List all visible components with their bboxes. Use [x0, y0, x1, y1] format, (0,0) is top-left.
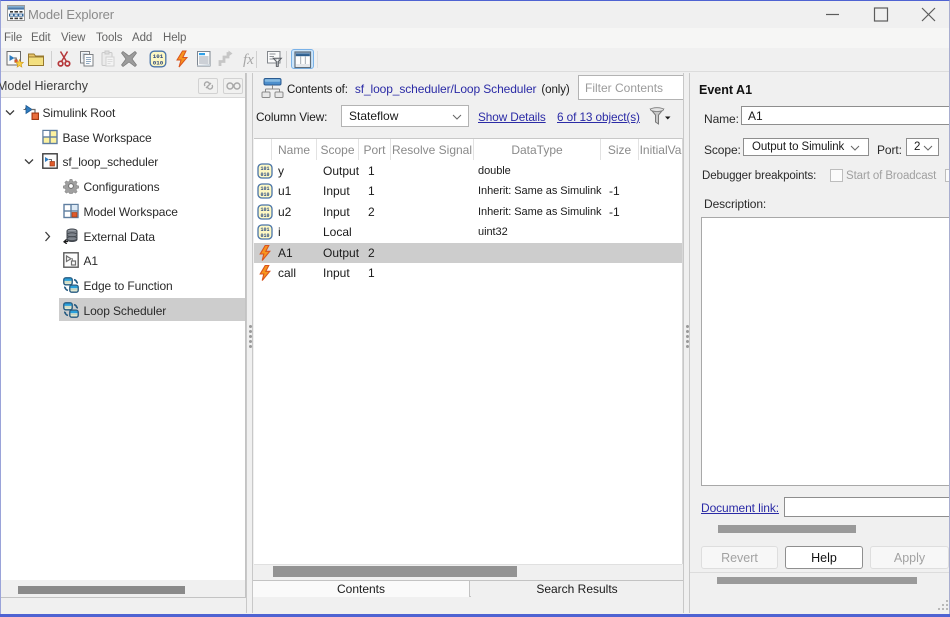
svg-text:010: 010 — [260, 233, 269, 239]
svg-text:010: 010 — [260, 213, 269, 219]
svg-text:fx: fx — [243, 52, 254, 68]
svg-text:010: 010 — [153, 60, 164, 67]
svg-text:010: 010 — [260, 172, 269, 178]
svg-text:010: 010 — [260, 192, 269, 198]
